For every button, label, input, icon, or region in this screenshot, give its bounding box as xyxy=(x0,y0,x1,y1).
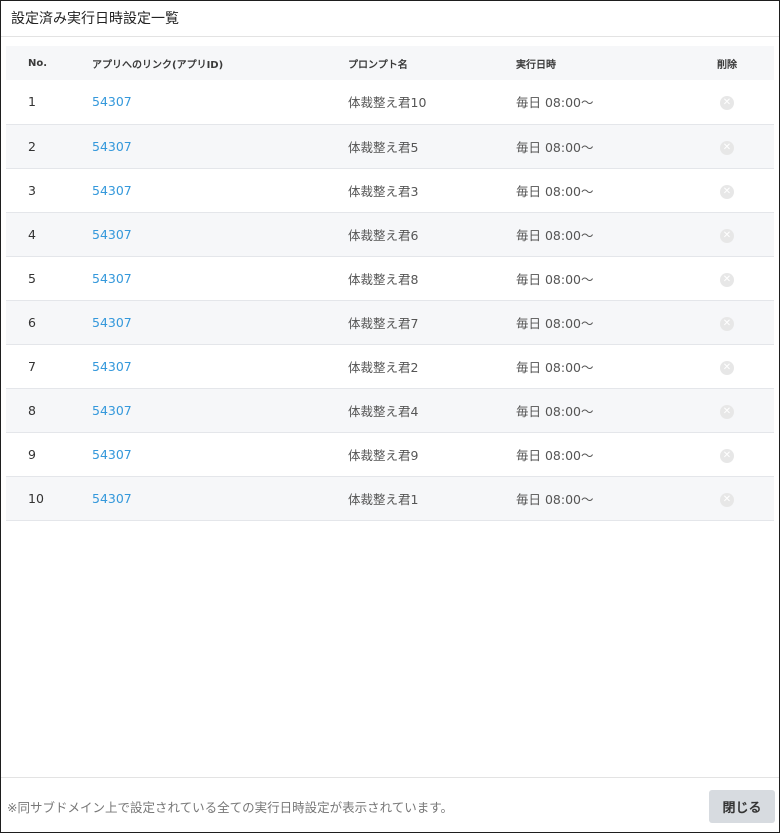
row-schedule: 毎日 08:00〜 xyxy=(516,491,594,507)
row-no: 4 xyxy=(28,226,36,242)
row-delete-cell: ✕ xyxy=(680,168,774,212)
close-button[interactable]: 閉じる xyxy=(709,790,775,823)
row-prompt: 体裁整え君2 xyxy=(348,359,419,375)
row-prompt: 体裁整え君9 xyxy=(348,447,419,463)
row-delete-cell: ✕ xyxy=(680,80,774,124)
row-no: 2 xyxy=(28,138,36,154)
row-schedule: 毎日 08:00〜 xyxy=(516,447,594,463)
row-prompt: 体裁整え君7 xyxy=(348,315,419,331)
row-delete-cell: ✕ xyxy=(680,432,774,476)
row-delete-cell: ✕ xyxy=(680,388,774,432)
row-schedule: 毎日 08:00〜 xyxy=(516,403,594,419)
row-prompt: 体裁整え君3 xyxy=(348,183,419,199)
app-link[interactable]: 54307 xyxy=(92,139,132,154)
row-app-link-cell: 54307 xyxy=(92,344,348,388)
row-no: 7 xyxy=(28,358,36,374)
row-schedule: 毎日 08:00〜 xyxy=(516,315,594,331)
app-link[interactable]: 54307 xyxy=(92,183,132,198)
table-row: 8 54307 体裁整え君4 毎日 08:00〜 ✕ xyxy=(6,388,774,432)
row-no: 5 xyxy=(28,270,36,286)
row-app-link-cell: 54307 xyxy=(92,124,348,168)
row-prompt: 体裁整え君10 xyxy=(348,95,427,111)
table-row: 3 54307 体裁整え君3 毎日 08:00〜 ✕ xyxy=(6,168,774,212)
close-circle-icon[interactable]: ✕ xyxy=(720,184,734,199)
schedule-table-container: No. アプリへのリンク(アプリID) プロンプト名 実行日時 削除 1 5430… xyxy=(6,46,774,521)
row-app-link-cell: 54307 xyxy=(92,80,348,124)
row-prompt: 体裁整え君1 xyxy=(348,491,419,507)
row-no: 6 xyxy=(28,314,36,330)
close-circle-icon[interactable]: ✕ xyxy=(720,360,734,375)
row-prompt: 体裁整え君4 xyxy=(348,403,419,419)
row-schedule: 毎日 08:00〜 xyxy=(516,227,594,243)
table-row: 2 54307 体裁整え君5 毎日 08:00〜 ✕ xyxy=(6,124,774,168)
header-app-link: アプリへのリンク(アプリID) xyxy=(92,59,224,71)
row-app-link-cell: 54307 xyxy=(92,432,348,476)
close-circle-icon[interactable]: ✕ xyxy=(720,96,734,111)
schedule-list-dialog: 設定済み実行日時設定一覧 No. アプリへのリンク(アプリID) プロンプト名 … xyxy=(0,0,780,833)
row-delete-cell: ✕ xyxy=(680,212,774,256)
row-schedule: 毎日 08:00〜 xyxy=(516,183,594,199)
app-link[interactable]: 54307 xyxy=(92,227,132,242)
table-row: 5 54307 体裁整え君8 毎日 08:00〜 ✕ xyxy=(6,256,774,300)
app-link[interactable]: 54307 xyxy=(92,491,132,506)
table-row: 4 54307 体裁整え君6 毎日 08:00〜 ✕ xyxy=(6,212,774,256)
app-link[interactable]: 54307 xyxy=(92,271,132,286)
app-link[interactable]: 54307 xyxy=(92,94,132,109)
table-row: 10 54307 体裁整え君1 毎日 08:00〜 ✕ xyxy=(6,476,774,520)
footer-note: ※同サブドメイン上で設定されている全ての実行日時設定が表示されています。 xyxy=(7,800,453,815)
row-schedule: 毎日 08:00〜 xyxy=(516,95,594,111)
close-circle-icon[interactable]: ✕ xyxy=(720,316,734,331)
row-app-link-cell: 54307 xyxy=(92,300,348,344)
row-no: 10 xyxy=(28,490,44,506)
table-row: 6 54307 体裁整え君7 毎日 08:00〜 ✕ xyxy=(6,300,774,344)
close-circle-icon[interactable]: ✕ xyxy=(720,272,734,287)
header-schedule: 実行日時 xyxy=(516,59,556,71)
row-no: 8 xyxy=(28,402,36,418)
row-no: 9 xyxy=(28,446,36,462)
row-schedule: 毎日 08:00〜 xyxy=(516,271,594,287)
close-circle-icon[interactable]: ✕ xyxy=(720,228,734,243)
row-delete-cell: ✕ xyxy=(680,256,774,300)
row-schedule: 毎日 08:00〜 xyxy=(516,139,594,155)
row-prompt: 体裁整え君6 xyxy=(348,227,419,243)
row-prompt: 体裁整え君5 xyxy=(348,139,419,155)
row-app-link-cell: 54307 xyxy=(92,212,348,256)
dialog-title: 設定済み実行日時設定一覧 xyxy=(1,1,779,37)
row-delete-cell: ✕ xyxy=(680,344,774,388)
close-circle-icon[interactable]: ✕ xyxy=(720,404,734,419)
close-circle-icon[interactable]: ✕ xyxy=(720,140,734,155)
schedule-table: No. アプリへのリンク(アプリID) プロンプト名 実行日時 削除 1 5430… xyxy=(6,46,774,521)
row-app-link-cell: 54307 xyxy=(92,388,348,432)
table-header-row: No. アプリへのリンク(アプリID) プロンプト名 実行日時 削除 xyxy=(6,46,774,80)
row-prompt: 体裁整え君8 xyxy=(348,271,419,287)
table-body: 1 54307 体裁整え君10 毎日 08:00〜 ✕ 2 54307 体裁整え君5 毎日 08… xyxy=(6,80,774,520)
row-delete-cell: ✕ xyxy=(680,124,774,168)
row-no: 1 xyxy=(28,94,36,110)
row-app-link-cell: 54307 xyxy=(92,476,348,520)
row-schedule: 毎日 08:00〜 xyxy=(516,359,594,375)
row-delete-cell: ✕ xyxy=(680,300,774,344)
close-circle-icon[interactable]: ✕ xyxy=(720,492,734,507)
row-app-link-cell: 54307 xyxy=(92,168,348,212)
header-delete: 削除 xyxy=(717,59,737,71)
close-circle-icon[interactable]: ✕ xyxy=(720,448,734,463)
header-no: No. xyxy=(28,57,48,69)
table-row: 1 54307 体裁整え君10 毎日 08:00〜 ✕ xyxy=(6,80,774,124)
app-link[interactable]: 54307 xyxy=(92,359,132,374)
row-no: 3 xyxy=(28,182,36,198)
app-link[interactable]: 54307 xyxy=(92,447,132,462)
table-row: 7 54307 体裁整え君2 毎日 08:00〜 ✕ xyxy=(6,344,774,388)
header-prompt: プロンプト名 xyxy=(348,59,408,71)
dialog-footer: ※同サブドメイン上で設定されている全ての実行日時設定が表示されています。 閉じる xyxy=(1,777,779,832)
app-link[interactable]: 54307 xyxy=(92,315,132,330)
table-row: 9 54307 体裁整え君9 毎日 08:00〜 ✕ xyxy=(6,432,774,476)
row-app-link-cell: 54307 xyxy=(92,256,348,300)
app-link[interactable]: 54307 xyxy=(92,403,132,418)
row-delete-cell: ✕ xyxy=(680,476,774,520)
